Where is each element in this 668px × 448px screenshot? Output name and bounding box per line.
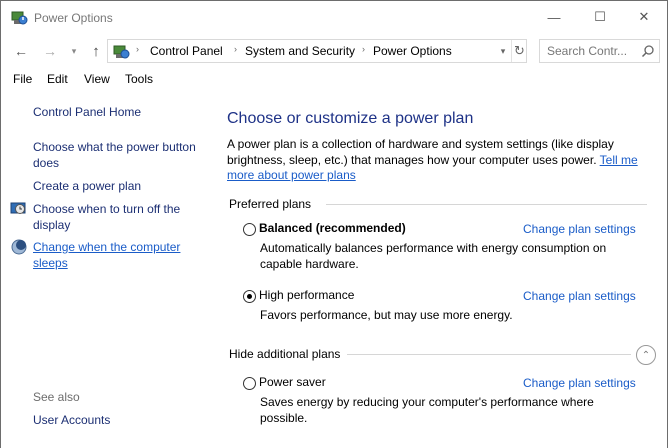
balanced-plan-name[interactable]: Balanced (recommended) xyxy=(259,221,406,235)
recent-locations-chevron-icon[interactable]: ▾ xyxy=(65,41,83,61)
collapse-chevron-icon[interactable]: ⌃ xyxy=(636,345,656,365)
power-options-icon xyxy=(11,11,28,25)
section-divider xyxy=(326,204,647,205)
refresh-icon[interactable]: ↻ xyxy=(511,40,527,62)
search-placeholder: Search Contr... xyxy=(547,44,628,58)
high-performance-plan-description: Favors performance, but may use more ene… xyxy=(260,308,513,322)
section-divider xyxy=(347,354,631,355)
menu-view[interactable]: View xyxy=(84,72,110,86)
sidebar-item-turn-off-display[interactable]: Choose when to turn off the display xyxy=(33,202,203,233)
up-arrow-icon[interactable]: ↑ xyxy=(87,41,105,61)
window-title: Power Options xyxy=(34,11,113,25)
breadcrumb-control-panel[interactable]: Control Panel xyxy=(150,44,223,58)
breadcrumb-power-options[interactable]: Power Options xyxy=(373,44,452,58)
main-content: ? Choose or customize a power plan A pow… xyxy=(207,90,667,448)
preferred-plans-heading: Preferred plans xyxy=(229,197,312,211)
power-options-window: Power Options — ☐ ✕ ← → ▾ ↑ › Control Pa… xyxy=(0,0,668,448)
breadcrumb-separator-icon[interactable]: › xyxy=(362,44,365,54)
balanced-plan-radio[interactable] xyxy=(243,223,256,236)
menu-tools[interactable]: Tools xyxy=(125,72,153,86)
power-saver-plan-description: Saves energy by reducing your computer's… xyxy=(260,395,594,425)
search-input[interactable]: Search Contr... xyxy=(539,39,660,63)
sidebar-item-computer-sleeps[interactable]: Change when the computer sleeps xyxy=(33,240,203,271)
sidebar-item-power-button[interactable]: Choose what the power button does xyxy=(33,140,203,171)
intro-text: A power plan is a collection of hardware… xyxy=(227,137,647,184)
power-saver-plan-radio[interactable] xyxy=(243,377,256,390)
menu-bar: File Edit View Tools xyxy=(1,69,667,89)
intro-description: A power plan is a collection of hardware… xyxy=(227,137,614,167)
search-icon[interactable] xyxy=(641,44,655,58)
breadcrumb-separator-icon[interactable]: › xyxy=(136,44,139,54)
power-saver-plan-name[interactable]: Power saver xyxy=(259,375,326,389)
address-bar[interactable]: › Control Panel › System and Security › … xyxy=(107,39,527,63)
maximize-button[interactable]: ☐ xyxy=(577,1,623,33)
close-button[interactable]: ✕ xyxy=(621,1,667,33)
hide-additional-plans-toggle[interactable]: Hide additional plans xyxy=(229,347,340,361)
high-performance-change-plan-settings-link[interactable]: Change plan settings xyxy=(523,289,636,303)
minimize-button[interactable]: — xyxy=(531,1,577,33)
sidebar-item-control-panel-home[interactable]: Control Panel Home xyxy=(33,105,203,121)
control-panel-icon xyxy=(113,45,130,59)
title-bar: Power Options — ☐ ✕ xyxy=(1,1,667,35)
page-title: Choose or customize a power plan xyxy=(227,110,474,127)
high-performance-plan-radio[interactable] xyxy=(243,290,256,303)
menu-edit[interactable]: Edit xyxy=(47,72,68,86)
balanced-change-plan-settings-link[interactable]: Change plan settings xyxy=(523,222,636,236)
breadcrumb-system-and-security[interactable]: System and Security xyxy=(245,44,355,58)
sidebar: Control Panel Home Choose what the power… xyxy=(1,90,207,448)
back-arrow-icon[interactable]: ← xyxy=(12,41,30,61)
balanced-plan-description: Automatically balances performance with … xyxy=(260,241,607,271)
see-also-heading: See also xyxy=(33,390,80,404)
power-saver-change-plan-settings-link[interactable]: Change plan settings xyxy=(523,376,636,390)
sidebar-item-user-accounts[interactable]: User Accounts xyxy=(33,413,203,429)
menu-file[interactable]: File xyxy=(13,72,32,86)
sidebar-item-create-plan[interactable]: Create a power plan xyxy=(33,179,203,195)
breadcrumb-separator-icon[interactable]: › xyxy=(234,44,237,54)
high-performance-plan-name[interactable]: High performance xyxy=(259,288,354,302)
display-clock-icon xyxy=(10,202,26,214)
address-dropdown-chevron-icon[interactable]: ▾ xyxy=(496,44,510,58)
sleep-moon-icon xyxy=(11,239,27,255)
forward-arrow-icon[interactable]: → xyxy=(41,41,59,61)
navigation-bar: ← → ▾ ↑ › Control Panel › System and Sec… xyxy=(1,37,667,65)
